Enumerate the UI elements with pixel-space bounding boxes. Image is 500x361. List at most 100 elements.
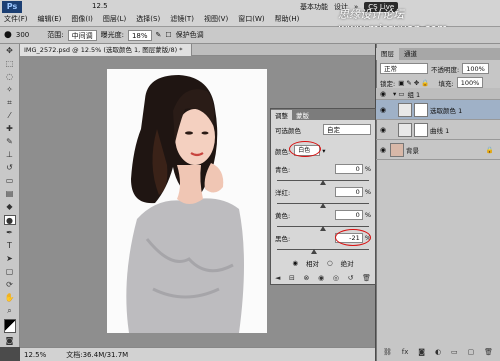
relative-label: 相对: [306, 260, 319, 268]
magenta-slider-handle[interactable]: [320, 203, 326, 208]
tools-panel: ✥ ⬚ ◌ ✧ ⌗ ⁄ ✚ ✎ ⊥ ↺ ▭ ▤ ◆ ● ✒ T ➤ ▢ ⟳ ✋ …: [0, 44, 20, 347]
adjustment-icon[interactable]: ◐: [435, 348, 441, 356]
layer-group-row[interactable]: ◉ ▾ ▭ 组 1: [376, 88, 500, 100]
brush-size[interactable]: 300: [16, 31, 29, 39]
return-icon[interactable]: ◄: [275, 274, 280, 282]
magenta-slider[interactable]: [277, 199, 369, 208]
menu-window[interactable]: 窗口(W): [238, 14, 264, 26]
status-zoom[interactable]: 12.5%: [24, 351, 46, 359]
folder-icon: ▾ ▭: [393, 89, 405, 98]
eye-icon[interactable]: ◉: [376, 126, 390, 134]
shape-tool-icon[interactable]: ▢: [4, 267, 16, 277]
eye-icon[interactable]: ◉: [376, 146, 390, 154]
quick-select-tool-icon[interactable]: ✧: [4, 85, 16, 95]
layer-mask-thumbnail: [414, 102, 428, 117]
airbrush-icon[interactable]: ✎: [156, 31, 162, 39]
folder-icon[interactable]: ▭: [451, 348, 458, 356]
yellow-input[interactable]: 0: [334, 210, 363, 220]
cyan-slider[interactable]: [277, 176, 369, 185]
black-slider-handle[interactable]: [311, 249, 317, 254]
menu-help[interactable]: 帮助(H): [275, 14, 300, 26]
eyedropper-tool-icon[interactable]: ⁄: [4, 111, 16, 121]
menu-view[interactable]: 视图(V): [204, 14, 228, 26]
protect-tones-checkbox[interactable]: ☐: [165, 31, 171, 39]
cyan-input[interactable]: 0: [334, 164, 363, 174]
tab-layers[interactable]: 图层: [376, 48, 399, 60]
lock-icon[interactable]: ▣ ✎ ✥ 🔒: [398, 79, 429, 87]
range-label: 范围:: [47, 31, 64, 39]
trash-icon[interactable]: 🗑: [484, 348, 493, 356]
black-label: 黑色:: [275, 235, 291, 243]
gradient-tool-icon[interactable]: ▤: [4, 189, 16, 199]
fx-icon[interactable]: fx: [402, 348, 409, 356]
lasso-tool-icon[interactable]: ◌: [4, 72, 16, 82]
menu-image[interactable]: 图像(I): [71, 14, 93, 26]
crop-tool-icon[interactable]: ⌗: [4, 98, 16, 108]
layer-row-selective-color[interactable]: ◉ 选取颜色 1: [376, 100, 500, 120]
delete-icon[interactable]: 🗑: [362, 274, 371, 282]
exposure-label: 曝光度:: [100, 31, 124, 39]
brush-tool-icon[interactable]: ✎: [4, 137, 16, 147]
opacity-input[interactable]: 100%: [462, 63, 489, 74]
blur-tool-icon[interactable]: ◆: [4, 202, 16, 212]
preview-icon[interactable]: ◎: [333, 274, 339, 282]
eraser-tool-icon[interactable]: ▭: [4, 176, 16, 186]
clip-icon[interactable]: ⊗: [304, 274, 310, 282]
visibility-icon[interactable]: ◉: [318, 274, 324, 282]
brush-icon[interactable]: ●: [4, 30, 12, 40]
magenta-unit: %: [364, 188, 371, 196]
tab-adjustments[interactable]: 调整: [271, 109, 292, 120]
menu-select[interactable]: 选择(S): [136, 14, 160, 26]
pen-tool-icon[interactable]: ✒: [4, 228, 16, 238]
link-icon[interactable]: ⛓: [383, 348, 392, 356]
hand-tool-icon[interactable]: ✋: [4, 293, 16, 303]
reset-icon[interactable]: ↺: [348, 274, 354, 282]
mask-icon[interactable]: ◙: [418, 348, 425, 356]
move-tool-icon[interactable]: ✥: [4, 46, 16, 56]
tab-masks[interactable]: 蒙版: [292, 110, 313, 120]
document-tab[interactable]: IMG_2572.psd @ 12.5% (选取颜色 1, 图层蒙版/8) *: [20, 44, 192, 56]
layer-row-background[interactable]: ◉ 背景 🔒: [376, 140, 500, 160]
menu-edit[interactable]: 编辑(E): [38, 14, 62, 26]
healing-tool-icon[interactable]: ✚: [4, 124, 16, 134]
tab-channels[interactable]: 通道: [399, 48, 422, 60]
fill-input[interactable]: 100%: [456, 77, 484, 88]
history-brush-icon[interactable]: ↺: [4, 163, 16, 173]
color-swatches-icon[interactable]: [3, 319, 16, 333]
relative-radio[interactable]: ◉: [292, 259, 298, 267]
portrait-photo[interactable]: [107, 69, 267, 333]
preset-select[interactable]: 自定: [323, 124, 371, 135]
magenta-input[interactable]: 0: [334, 187, 363, 197]
expand-icon[interactable]: ⊟: [289, 274, 295, 282]
eye-icon[interactable]: ◉: [376, 90, 390, 98]
blend-mode-select[interactable]: 正常: [380, 63, 428, 74]
zoom-tool-icon[interactable]: ⌕: [4, 306, 16, 316]
exposure-input[interactable]: 18%: [127, 29, 152, 41]
layer-row-curves[interactable]: ◉ 曲线 1: [376, 120, 500, 140]
new-layer-icon[interactable]: ▢: [468, 348, 475, 356]
lock-icon: 🔒: [485, 145, 494, 154]
marquee-tool-icon[interactable]: ⬚: [4, 59, 16, 69]
type-tool-icon[interactable]: T: [4, 241, 16, 251]
dodge-tool-icon[interactable]: ●: [3, 215, 16, 225]
yellow-slider-handle[interactable]: [320, 226, 326, 231]
cyan-slider-handle[interactable]: [320, 180, 326, 185]
chevron-down-icon[interactable]: ▾: [322, 147, 325, 155]
yellow-slider[interactable]: [277, 222, 369, 231]
zoom-menu[interactable]: 12.5: [92, 2, 108, 10]
absolute-radio[interactable]: ○: [327, 259, 333, 267]
menu-layer[interactable]: 图层(L): [103, 14, 126, 26]
3d-tool-icon[interactable]: ⟳: [4, 280, 16, 290]
path-select-icon[interactable]: ➤: [4, 254, 16, 264]
range-select[interactable]: 中间调: [67, 29, 97, 41]
stamp-tool-icon[interactable]: ⊥: [4, 150, 16, 160]
menu-file[interactable]: 文件(F): [4, 14, 28, 26]
eye-icon[interactable]: ◉: [376, 106, 390, 114]
workspace-basic[interactable]: 基本功能: [300, 2, 328, 12]
black-slider[interactable]: [277, 245, 369, 254]
menu-filter[interactable]: 滤镜(T): [170, 14, 194, 26]
quick-mask-icon[interactable]: ◙: [4, 336, 16, 346]
layers-footer: ⛓ fx ◙ ◐ ▭ ▢ 🗑: [378, 348, 498, 356]
adjustments-panel-header: 调整 蒙版: [271, 109, 375, 120]
absolute-label: 绝对: [340, 260, 354, 268]
